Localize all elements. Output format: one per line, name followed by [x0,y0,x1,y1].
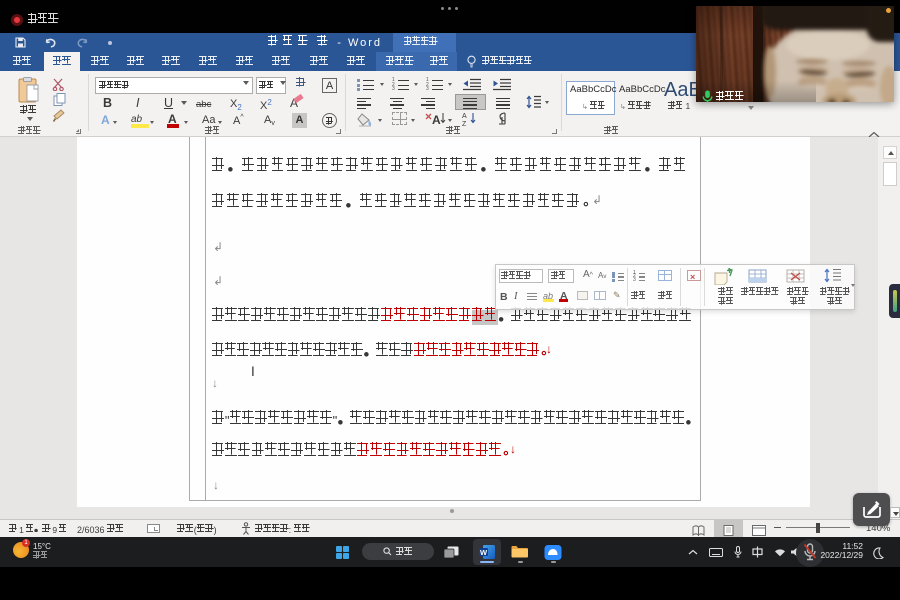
svg-text:Z: Z [462,121,467,126]
svg-text:A: A [462,113,467,120]
svg-text:A: A [432,113,441,126]
svg-text:W: W [480,547,488,556]
